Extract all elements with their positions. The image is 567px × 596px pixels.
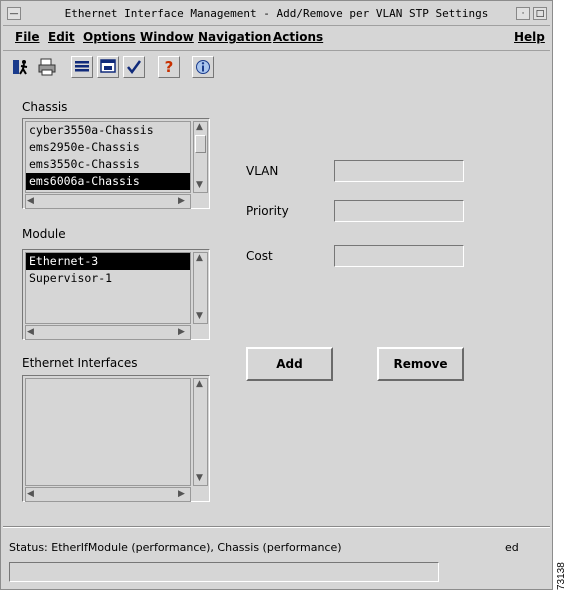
add-button[interactable]: Add	[246, 347, 333, 381]
module-list[interactable]: Ethernet-3 Supervisor-1 ▲ ▼ ◀ ▶	[22, 249, 210, 340]
interfaces-list[interactable]: ▲ ▼ ◀ ▶	[22, 375, 210, 502]
scroll-left-icon[interactable]: ◀	[27, 196, 34, 207]
menu-edit[interactable]: Edit	[48, 30, 75, 44]
interfaces-label: Ethernet Interfaces	[22, 356, 138, 370]
cost-input[interactable]	[335, 246, 463, 266]
menu-bar: File Edit Options Window Navigation Acti…	[3, 26, 550, 51]
app-window: — Ethernet Interface Management - Add/Re…	[0, 0, 553, 590]
list-item-selected[interactable]: ems6006a-Chassis	[26, 173, 190, 190]
scroll-thumb[interactable]	[195, 135, 206, 153]
info-icon[interactable]	[192, 56, 214, 78]
figure-number: 73138	[556, 562, 567, 590]
scroll-up-icon[interactable]: ▲	[196, 253, 203, 264]
module-list-items: Ethernet-3 Supervisor-1	[25, 252, 191, 324]
menu-file[interactable]: File	[15, 30, 40, 44]
status-trailing-text: ed	[505, 541, 519, 554]
scroll-left-icon[interactable]: ◀	[27, 327, 34, 338]
priority-field[interactable]	[334, 200, 464, 222]
interfaces-list-items	[25, 378, 191, 486]
cost-label: Cost	[246, 249, 273, 263]
list-item-selected[interactable]: Ethernet-3	[26, 253, 190, 270]
status-text: Status: EtherIfModule (performance), Cha…	[9, 541, 342, 554]
priority-input[interactable]	[335, 201, 463, 221]
interfaces-horizontal-scrollbar[interactable]: ◀ ▶	[25, 487, 191, 502]
list-item[interactable]: cyber3550a-Chassis	[26, 122, 190, 139]
list-item[interactable]: Supervisor-1	[26, 270, 190, 287]
exit-icon[interactable]	[10, 56, 32, 78]
toolbar: ?	[3, 51, 550, 85]
menu-window[interactable]: Window	[140, 30, 194, 44]
list-item[interactable]: ems2950e-Chassis	[26, 139, 190, 156]
chassis-list-items: cyber3550a-Chassis ems2950e-Chassis ems3…	[25, 121, 191, 193]
vlan-field[interactable]	[334, 160, 464, 182]
scroll-down-icon[interactable]: ▼	[196, 473, 203, 484]
module-label: Module	[22, 227, 66, 241]
priority-label: Priority	[246, 204, 289, 218]
chassis-list[interactable]: cyber3550a-Chassis ems2950e-Chassis ems3…	[22, 118, 210, 209]
module-horizontal-scrollbar[interactable]: ◀ ▶	[25, 325, 191, 340]
help-icon[interactable]: ?	[158, 56, 180, 78]
check-icon[interactable]	[123, 56, 145, 78]
cost-field[interactable]	[334, 245, 464, 267]
print-icon[interactable]	[36, 56, 58, 78]
chassis-label: Chassis	[22, 100, 68, 114]
scroll-right-icon[interactable]: ▶	[178, 489, 185, 500]
scroll-up-icon[interactable]: ▲	[196, 122, 203, 133]
chassis-vertical-scrollbar[interactable]: ▲ ▼	[193, 121, 208, 193]
status-bar-field	[9, 562, 439, 582]
maximize-icon[interactable]: □	[533, 7, 547, 20]
status-separator	[3, 526, 550, 528]
list-icon[interactable]	[71, 56, 93, 78]
window-view-icon[interactable]	[97, 56, 119, 78]
window-title: Ethernet Interface Management - Add/Remo…	[64, 7, 489, 20]
vlan-label: VLAN	[246, 164, 279, 178]
scroll-left-icon[interactable]: ◀	[27, 489, 34, 500]
scroll-right-icon[interactable]: ▶	[178, 196, 185, 207]
remove-button[interactable]: Remove	[377, 347, 464, 381]
scroll-down-icon[interactable]: ▼	[196, 311, 203, 322]
chassis-horizontal-scrollbar[interactable]: ◀ ▶	[25, 194, 191, 209]
menu-actions[interactable]: Actions	[273, 30, 323, 44]
scroll-right-icon[interactable]: ▶	[178, 327, 185, 338]
interfaces-vertical-scrollbar[interactable]: ▲ ▼	[193, 378, 208, 486]
list-item[interactable]: ems3550c-Chassis	[26, 156, 190, 173]
menu-navigation[interactable]: Navigation	[198, 30, 271, 44]
scroll-down-icon[interactable]: ▼	[196, 180, 203, 191]
title-bar: — Ethernet Interface Management - Add/Re…	[3, 3, 550, 26]
minimize-icon[interactable]: ·	[516, 7, 530, 20]
menu-help[interactable]: Help	[514, 30, 545, 44]
scroll-up-icon[interactable]: ▲	[196, 379, 203, 390]
module-vertical-scrollbar[interactable]: ▲ ▼	[193, 252, 208, 324]
menu-options[interactable]: Options	[83, 30, 136, 44]
vlan-input[interactable]	[335, 161, 463, 181]
